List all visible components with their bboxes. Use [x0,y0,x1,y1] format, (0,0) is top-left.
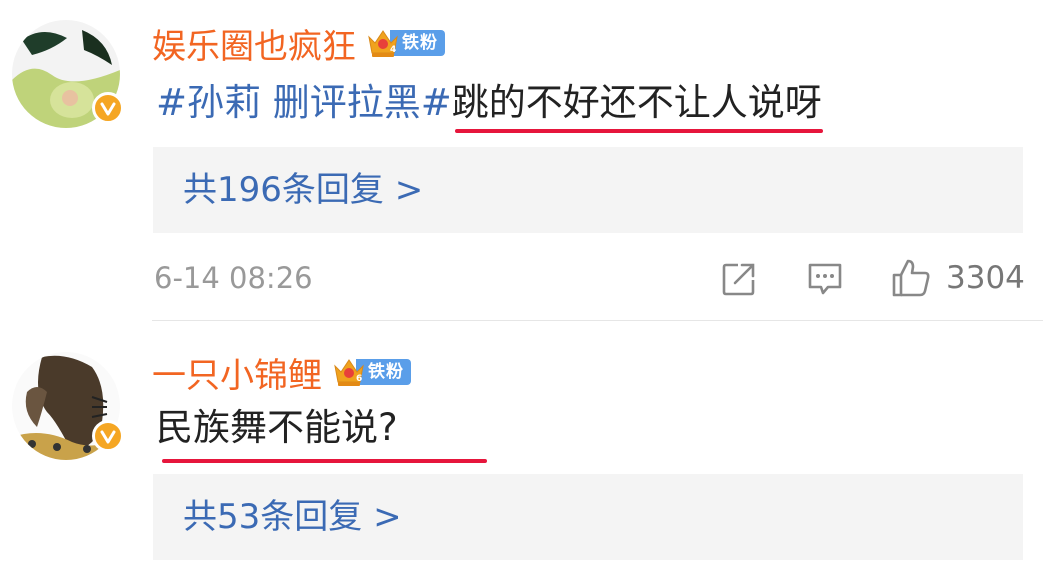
crown-icon: 6 [334,359,364,386]
verified-icon [92,420,124,452]
user-info: 娱乐圈也疯狂 4 铁粉 [152,18,445,68]
comment-body: 跳的不好还不让人说呀 [451,81,822,124]
share-icon[interactable] [720,260,758,298]
comment-icon[interactable] [806,260,844,298]
fan-badge: 6 铁粉 [332,357,411,387]
fan-level: 6 [356,374,362,384]
avatar[interactable] [12,352,124,460]
replies-box[interactable]: 共53条回复 > [153,474,1023,560]
replies-link[interactable]: 共53条回复 > [183,474,402,560]
like-count: 3304 [946,260,1025,296]
thumbs-up-icon[interactable] [890,257,932,299]
comment-text: 民族舞不能说? [156,403,398,453]
fan-badge: 4 铁粉 [366,28,445,58]
user-info: 一只小锦鲤 6 铁粉 [152,347,411,397]
fan-level: 4 [390,45,396,55]
topic-link[interactable]: #孙莉 删评拉黑# [156,81,452,124]
username[interactable]: 一只小锦鲤 [152,348,322,397]
comment-meta: 6-14 08:26 3304 [152,255,1025,301]
timestamp: 6-14 08:26 [154,261,313,295]
comment-body: 民族舞不能说? [156,406,398,449]
red-underline [162,459,487,463]
divider [152,320,1043,321]
comment-item: 娱乐圈也疯狂 4 铁粉 #孙莉 删评拉黑#跳的不好还不让人说呀 共196条回复 … [0,0,1043,322]
comment-text: #孙莉 删评拉黑#跳的不好还不让人说呀 [156,78,822,128]
verified-icon [92,92,124,124]
avatar[interactable] [12,20,124,128]
replies-link[interactable]: 共196条回复 > [183,147,423,233]
crown-icon: 4 [368,30,398,57]
replies-box[interactable]: 共196条回复 > [153,147,1023,233]
red-underline [455,129,823,133]
username[interactable]: 娱乐圈也疯狂 [152,19,356,68]
